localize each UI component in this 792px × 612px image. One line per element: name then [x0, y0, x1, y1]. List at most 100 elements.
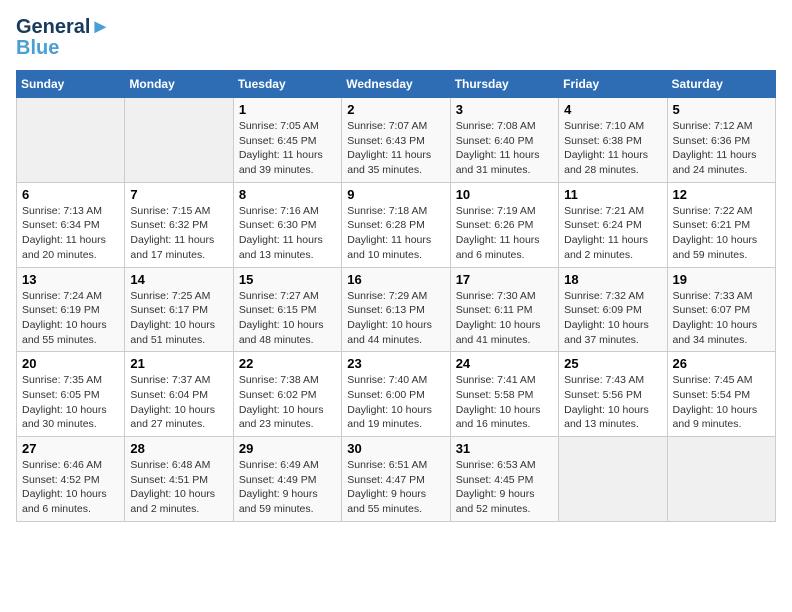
day-number: 14	[130, 272, 227, 287]
day-number: 13	[22, 272, 119, 287]
calendar-cell: 13 Sunrise: 7:24 AMSunset: 6:19 PMDayligh…	[17, 267, 125, 352]
day-info: Sunrise: 7:40 AMSunset: 6:00 PMDaylight:…	[347, 373, 444, 432]
day-number: 4	[564, 102, 661, 117]
calendar-cell: 27 Sunrise: 6:46 AMSunset: 4:52 PMDayligh…	[17, 437, 125, 522]
calendar-cell: 25 Sunrise: 7:43 AMSunset: 5:56 PMDayligh…	[559, 352, 667, 437]
day-number: 9	[347, 187, 444, 202]
day-info: Sunrise: 7:22 AMSunset: 6:21 PMDaylight:…	[673, 204, 770, 263]
day-info: Sunrise: 7:45 AMSunset: 5:54 PMDaylight:…	[673, 373, 770, 432]
calendar-cell: 5Sunrise: 7:12 AMSunset: 6:36 PMDaylight…	[667, 98, 775, 183]
calendar-cell: 2 Sunrise: 7:07 AMSunset: 6:43 PMDaylight…	[342, 98, 450, 183]
calendar-cell: 16 Sunrise: 7:29 AMSunset: 6:13 PMDayligh…	[342, 267, 450, 352]
calendar-cell: 20 Sunrise: 7:35 AMSunset: 6:05 PMDayligh…	[17, 352, 125, 437]
day-info: Sunrise: 6:49 AMSunset: 4:49 PMDaylight:…	[239, 458, 336, 517]
day-number: 27	[22, 441, 119, 456]
day-info: Sunrise: 7:27 AMSunset: 6:15 PMDaylight:…	[239, 289, 336, 348]
day-number: 29	[239, 441, 336, 456]
day-number: 12	[673, 187, 770, 202]
day-info: Sunrise: 7:19 AMSunset: 6:26 PMDaylight:…	[456, 204, 553, 263]
day-number: 2	[347, 102, 444, 117]
calendar-cell: 23 Sunrise: 7:40 AMSunset: 6:00 PMDayligh…	[342, 352, 450, 437]
day-number: 25	[564, 356, 661, 371]
calendar-cell	[667, 437, 775, 522]
day-info: Sunrise: 7:10 AMSunset: 6:38 PMDaylight:…	[564, 119, 661, 178]
weekday-header-monday: Monday	[125, 71, 233, 98]
day-info: Sunrise: 7:29 AMSunset: 6:13 PMDaylight:…	[347, 289, 444, 348]
day-number: 21	[130, 356, 227, 371]
calendar-cell: 4 Sunrise: 7:10 AMSunset: 6:38 PMDaylight…	[559, 98, 667, 183]
calendar-cell: 8 Sunrise: 7:16 AMSunset: 6:30 PMDaylight…	[233, 182, 341, 267]
calendar-cell	[125, 98, 233, 183]
calendar-cell: 12 Sunrise: 7:22 AMSunset: 6:21 PMDayligh…	[667, 182, 775, 267]
day-number: 17	[456, 272, 553, 287]
day-info: Sunrise: 7:12 AMSunset: 6:36 PMDaylight:…	[673, 119, 770, 178]
day-info: Sunrise: 7:07 AMSunset: 6:43 PMDaylight:…	[347, 119, 444, 178]
day-info: Sunrise: 7:18 AMSunset: 6:28 PMDaylight:…	[347, 204, 444, 263]
calendar-cell: 26 Sunrise: 7:45 AMSunset: 5:54 PMDayligh…	[667, 352, 775, 437]
calendar-cell	[559, 437, 667, 522]
day-info: Sunrise: 7:33 AMSunset: 6:07 PMDaylight:…	[673, 289, 770, 348]
calendar-cell	[17, 98, 125, 183]
day-info: Sunrise: 7:24 AMSunset: 6:19 PMDaylight:…	[22, 289, 119, 348]
calendar-cell: 30 Sunrise: 6:51 AMSunset: 4:47 PMDayligh…	[342, 437, 450, 522]
day-info: Sunrise: 7:38 AMSunset: 6:02 PMDaylight:…	[239, 373, 336, 432]
day-number: 10	[456, 187, 553, 202]
calendar-cell: 31 Sunrise: 6:53 AMSunset: 4:45 PMDayligh…	[450, 437, 558, 522]
day-info: Sunrise: 7:35 AMSunset: 6:05 PMDaylight:…	[22, 373, 119, 432]
day-number: 16	[347, 272, 444, 287]
day-number: 8	[239, 187, 336, 202]
calendar-cell: 3Sunrise: 7:08 AMSunset: 6:40 PMDaylight…	[450, 98, 558, 183]
day-number: 6	[22, 187, 119, 202]
day-info: Sunrise: 6:51 AMSunset: 4:47 PMDaylight:…	[347, 458, 444, 517]
day-info: Sunrise: 7:15 AMSunset: 6:32 PMDaylight:…	[130, 204, 227, 263]
day-number: 24	[456, 356, 553, 371]
day-number: 1	[239, 102, 336, 117]
calendar-cell: 29 Sunrise: 6:49 AMSunset: 4:49 PMDayligh…	[233, 437, 341, 522]
calendar-cell: 6 Sunrise: 7:13 AMSunset: 6:34 PMDaylight…	[17, 182, 125, 267]
calendar-cell: 15 Sunrise: 7:27 AMSunset: 6:15 PMDayligh…	[233, 267, 341, 352]
day-number: 18	[564, 272, 661, 287]
day-info: Sunrise: 7:21 AMSunset: 6:24 PMDaylight:…	[564, 204, 661, 263]
day-number: 11	[564, 187, 661, 202]
calendar-cell: 18Sunrise: 7:32 AMSunset: 6:09 PMDayligh…	[559, 267, 667, 352]
day-info: Sunrise: 7:16 AMSunset: 6:30 PMDaylight:…	[239, 204, 336, 263]
day-number: 23	[347, 356, 444, 371]
weekday-header-thursday: Thursday	[450, 71, 558, 98]
weekday-header-wednesday: Wednesday	[342, 71, 450, 98]
weekday-header-tuesday: Tuesday	[233, 71, 341, 98]
day-info: Sunrise: 6:48 AMSunset: 4:51 PMDaylight:…	[130, 458, 227, 517]
page-header: General► Blue	[16, 16, 776, 60]
day-number: 31	[456, 441, 553, 456]
day-info: Sunrise: 7:30 AMSunset: 6:11 PMDaylight:…	[456, 289, 553, 348]
calendar-cell: 24Sunrise: 7:41 AMSunset: 5:58 PMDayligh…	[450, 352, 558, 437]
day-info: Sunrise: 7:43 AMSunset: 5:56 PMDaylight:…	[564, 373, 661, 432]
logo-subtext: Blue	[16, 37, 110, 60]
calendar-cell: 7 Sunrise: 7:15 AMSunset: 6:32 PMDaylight…	[125, 182, 233, 267]
day-number: 3	[456, 102, 553, 117]
calendar-cell: 9 Sunrise: 7:18 AMSunset: 6:28 PMDaylight…	[342, 182, 450, 267]
day-number: 7	[130, 187, 227, 202]
day-number: 28	[130, 441, 227, 456]
day-number: 22	[239, 356, 336, 371]
day-info: Sunrise: 6:53 AMSunset: 4:45 PMDaylight:…	[456, 458, 553, 517]
day-number: 26	[673, 356, 770, 371]
calendar-cell: 10 Sunrise: 7:19 AMSunset: 6:26 PMDayligh…	[450, 182, 558, 267]
day-number: 20	[22, 356, 119, 371]
weekday-header-saturday: Saturday	[667, 71, 775, 98]
calendar-table: SundayMondayTuesdayWednesdayThursdayFrid…	[16, 70, 776, 522]
day-info: Sunrise: 7:05 AMSunset: 6:45 PMDaylight:…	[239, 119, 336, 178]
calendar-cell: 22 Sunrise: 7:38 AMSunset: 6:02 PMDayligh…	[233, 352, 341, 437]
logo-text: General►	[16, 16, 110, 39]
calendar-cell: 17 Sunrise: 7:30 AMSunset: 6:11 PMDayligh…	[450, 267, 558, 352]
day-info: Sunrise: 7:37 AMSunset: 6:04 PMDaylight:…	[130, 373, 227, 432]
day-info: Sunrise: 6:46 AMSunset: 4:52 PMDaylight:…	[22, 458, 119, 517]
calendar-cell: 11 Sunrise: 7:21 AMSunset: 6:24 PMDayligh…	[559, 182, 667, 267]
day-number: 30	[347, 441, 444, 456]
calendar-cell: 1 Sunrise: 7:05 AMSunset: 6:45 PMDaylight…	[233, 98, 341, 183]
calendar-cell: 14 Sunrise: 7:25 AMSunset: 6:17 PMDayligh…	[125, 267, 233, 352]
day-info: Sunrise: 7:13 AMSunset: 6:34 PMDaylight:…	[22, 204, 119, 263]
calendar-cell: 21 Sunrise: 7:37 AMSunset: 6:04 PMDayligh…	[125, 352, 233, 437]
day-info: Sunrise: 7:25 AMSunset: 6:17 PMDaylight:…	[130, 289, 227, 348]
day-number: 15	[239, 272, 336, 287]
calendar-cell: 28 Sunrise: 6:48 AMSunset: 4:51 PMDayligh…	[125, 437, 233, 522]
